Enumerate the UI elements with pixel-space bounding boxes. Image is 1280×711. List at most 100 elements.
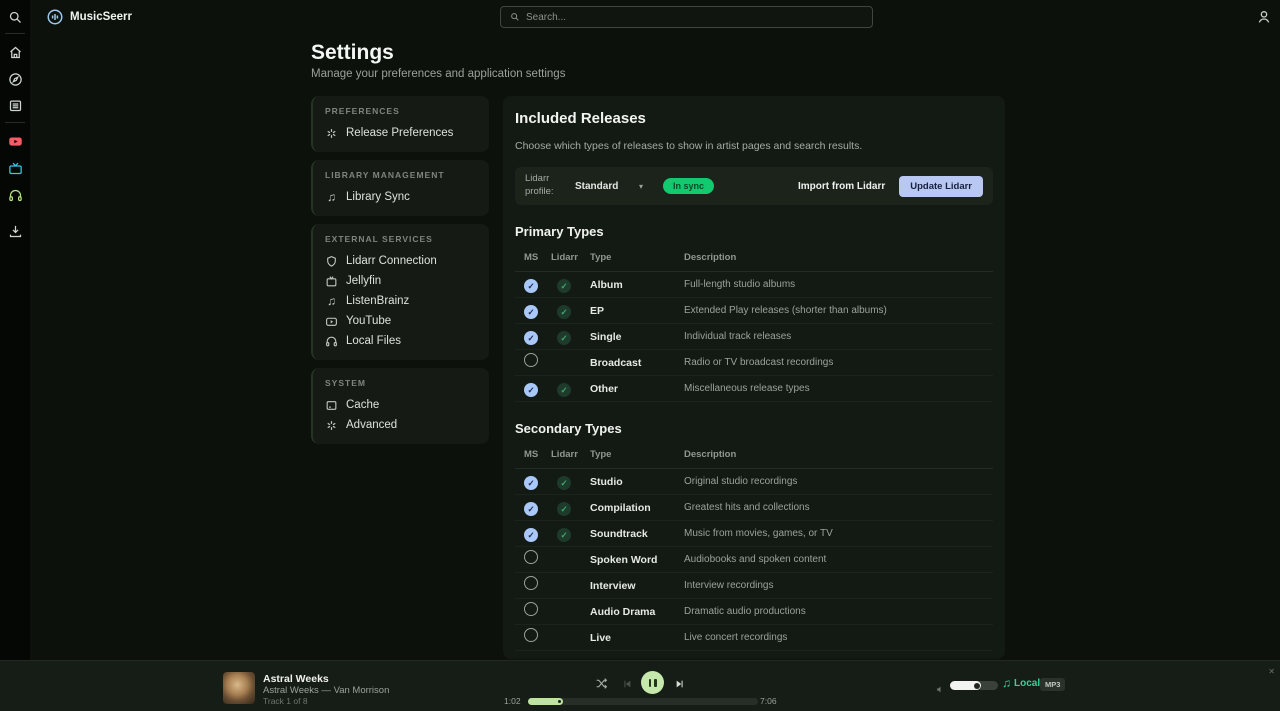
search-icon[interactable]: [7, 9, 23, 25]
release-type-description: Original studio recordings: [681, 476, 993, 487]
ms-checkbox-checked[interactable]: ✓: [524, 476, 538, 490]
app-logo[interactable]: MusicSeerr: [46, 8, 132, 26]
track-title: Astral Weeks: [263, 674, 389, 685]
youtube-play-icon: [325, 315, 338, 328]
release-type-description: Radio or TV broadcast recordings: [681, 357, 993, 368]
column-header-lidarr: Lidarr: [548, 449, 587, 460]
format-badge: MP3: [1040, 678, 1065, 691]
page-title: Settings: [311, 41, 394, 65]
table-row: ✓✓SingleIndividual track releases: [515, 324, 993, 350]
table-row: ✓✓SoundtrackMusic from movies, games, or…: [515, 521, 993, 547]
nav-item-youtube[interactable]: YouTube: [325, 311, 477, 331]
progress-fill: [528, 698, 563, 705]
total-time: 7:06: [760, 696, 777, 706]
user-profile-icon[interactable]: [1256, 9, 1272, 25]
nav-item-jellyfin[interactable]: Jellyfin: [325, 271, 477, 291]
ms-checkbox-unchecked[interactable]: [524, 576, 538, 590]
volume-slider[interactable]: [950, 681, 998, 690]
lidarr-check-indicator: ✓: [557, 383, 571, 397]
music-note-icon: ♫: [325, 191, 338, 204]
release-type-label: Compilation: [587, 502, 681, 514]
progress-knob[interactable]: [558, 700, 561, 703]
player-bar: ✕ Astral Weeks Astral Weeks — Van Morris…: [0, 660, 1280, 711]
table-row: ✓✓CompilationGreatest hits and collectio…: [515, 495, 993, 521]
panel-subtitle: Choose which types of releases to show i…: [515, 140, 993, 152]
nav-group-label: LIBRARY MANAGEMENT: [325, 170, 477, 180]
ms-checkbox-checked[interactable]: ✓: [524, 502, 538, 516]
headphones-icon[interactable]: [7, 187, 23, 203]
ms-checkbox-checked[interactable]: ✓: [524, 279, 538, 293]
cache-box-icon: [325, 399, 338, 412]
column-header-lidarr: Lidarr: [548, 252, 587, 263]
settings-nav: PREFERENCES Release Preferences LIBRARY …: [311, 96, 489, 452]
update-lidarr-button[interactable]: Update Lidarr: [899, 176, 983, 197]
shield-icon: [325, 255, 338, 268]
home-icon[interactable]: [7, 44, 23, 60]
table-row: BroadcastRadio or TV broadcast recording…: [515, 350, 993, 376]
nav-item-library-sync[interactable]: ♫ Library Sync: [325, 187, 477, 207]
release-type-description: Dramatic audio productions: [681, 606, 993, 617]
nav-item-lidarr-connection[interactable]: Lidarr Connection: [325, 251, 477, 271]
next-track-icon[interactable]: [675, 679, 685, 689]
table-row: Audio DramaDramatic audio productions: [515, 599, 993, 625]
included-releases-panel: Included Releases Choose which types of …: [503, 96, 1005, 659]
release-type-description: Miscellaneous release types: [681, 383, 993, 394]
ms-checkbox-checked[interactable]: ✓: [524, 528, 538, 542]
icon-rail: [0, 0, 30, 711]
release-type-description: Extended Play releases (shorter than alb…: [681, 305, 993, 316]
speaker-icon[interactable]: [936, 681, 945, 690]
import-from-lidarr-button[interactable]: Import from Lidarr: [798, 181, 885, 192]
search-input[interactable]: [526, 12, 863, 23]
progress-bar[interactable]: [528, 698, 758, 705]
column-header-description: Description: [681, 252, 993, 263]
nav-item-release-preferences[interactable]: Release Preferences: [325, 123, 477, 143]
close-icon[interactable]: ✕: [1268, 667, 1275, 676]
youtube-icon[interactable]: [7, 133, 23, 149]
table-row: ✓✓OtherMiscellaneous release types: [515, 376, 993, 402]
table-row: Spoken WordAudiobooks and spoken content: [515, 547, 993, 573]
release-type-label: Live: [587, 632, 681, 644]
ms-checkbox-checked[interactable]: ✓: [524, 383, 538, 397]
track-artist: Astral Weeks — Van Morrison: [263, 686, 389, 696]
ms-checkbox-checked[interactable]: ✓: [524, 305, 538, 319]
lidarr-check-indicator: ✓: [557, 331, 571, 345]
nav-group-library-management: LIBRARY MANAGEMENT ♫ Library Sync: [311, 160, 489, 216]
lidarr-profile-label: Lidarr profile:: [525, 173, 565, 199]
table-row: LiveLive concert recordings: [515, 625, 993, 651]
nav-item-advanced[interactable]: Advanced: [325, 415, 477, 435]
pause-button[interactable]: [641, 671, 664, 694]
previous-track-icon[interactable]: [622, 679, 632, 689]
ms-checkbox-unchecked[interactable]: [524, 353, 538, 367]
nav-item-listenbrainz[interactable]: ♫ ListenBrainz: [325, 291, 477, 311]
discover-compass-icon[interactable]: [7, 71, 23, 87]
download-icon[interactable]: [7, 223, 23, 239]
volume-knob[interactable]: [974, 683, 980, 689]
nav-item-cache[interactable]: Cache: [325, 395, 477, 415]
headphones-icon: [325, 335, 338, 348]
nav-item-label: Library Sync: [346, 191, 410, 203]
rail-divider: [5, 33, 25, 34]
lidarr-profile-row: Lidarr profile: Standard ▾ In sync Impor…: [515, 167, 993, 205]
lidarr-check-indicator: ✓: [557, 528, 571, 542]
tv-icon[interactable]: [7, 160, 23, 176]
nav-item-local-files[interactable]: Local Files: [325, 331, 477, 351]
release-type-description: Full-length studio albums: [681, 279, 993, 290]
volume-fill: [950, 681, 981, 690]
lidarr-check-indicator: ✓: [557, 476, 571, 490]
release-type-label: Single: [587, 331, 681, 343]
primary-types-header: MS Lidarr Type Description: [515, 252, 993, 272]
ms-checkbox-unchecked[interactable]: [524, 602, 538, 616]
library-list-icon[interactable]: [7, 97, 23, 113]
nav-group-preferences: PREFERENCES Release Preferences: [311, 96, 489, 152]
secondary-types-rows: ✓✓StudioOriginal studio recordings✓✓Comp…: [515, 469, 993, 651]
lidarr-check-indicator: ✓: [557, 305, 571, 319]
nav-item-label: Lidarr Connection: [346, 255, 437, 267]
sparkle-icon: [325, 127, 338, 140]
ms-checkbox-unchecked[interactable]: [524, 628, 538, 642]
lidarr-profile-select[interactable]: Standard ▾: [575, 181, 643, 192]
shuffle-icon[interactable]: [595, 677, 608, 690]
nav-item-label: Release Preferences: [346, 127, 453, 139]
ms-checkbox-checked[interactable]: ✓: [524, 331, 538, 345]
nav-group-label: SYSTEM: [325, 378, 477, 388]
ms-checkbox-unchecked[interactable]: [524, 550, 538, 564]
